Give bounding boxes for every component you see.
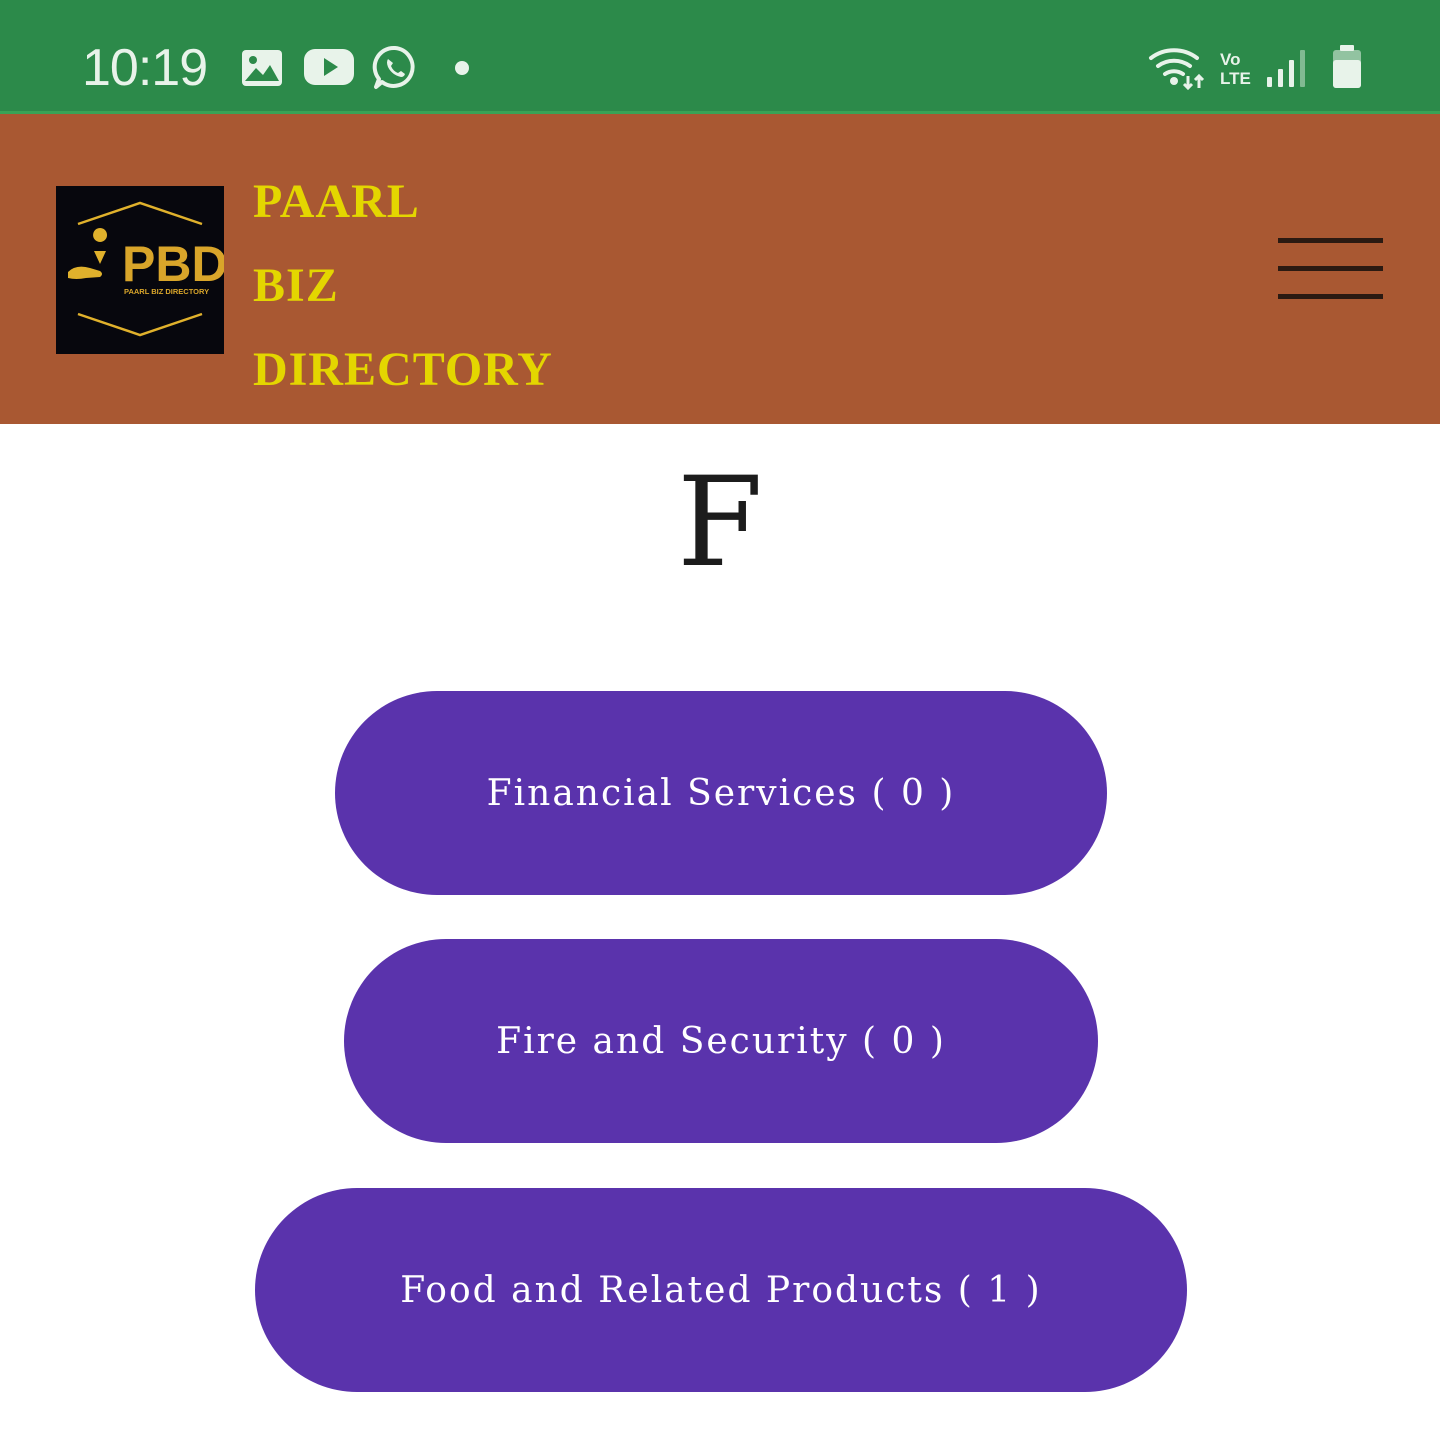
letter-heading: F bbox=[676, 451, 764, 595]
category-button-fire-and-security[interactable]: Fire and Security ( 0 ) bbox=[344, 939, 1098, 1143]
whatsapp-icon bbox=[372, 45, 415, 89]
status-bar: 10:19 Vo LTE bbox=[0, 0, 1440, 114]
hamburger-icon-bar-bottom bbox=[1278, 294, 1383, 299]
logo-subtext: PAARL BIZ DIRECTORY bbox=[124, 287, 209, 296]
gallery-icon bbox=[242, 50, 282, 86]
category-button-food-and-related-products[interactable]: Food and Related Products ( 1 ) bbox=[255, 1188, 1187, 1392]
site-header: PBD PAARL BIZ DIRECTORY PAARL BIZ DIRECT… bbox=[0, 114, 1440, 424]
status-time: 10:19 bbox=[82, 39, 208, 97]
youtube-icon bbox=[304, 49, 354, 85]
category-button-label: Financial Services ( 0 ) bbox=[486, 772, 956, 814]
site-title-line-1: PAARL bbox=[253, 175, 420, 228]
site-logo[interactable]: PBD PAARL BIZ DIRECTORY bbox=[56, 186, 228, 354]
hamburger-icon-bar-middle bbox=[1278, 266, 1383, 271]
wifi-icon bbox=[1149, 48, 1205, 90]
volte-icon: Vo LTE bbox=[1220, 50, 1251, 88]
hamburger-icon-bar-top bbox=[1278, 238, 1383, 243]
logo-text: PBD bbox=[122, 236, 224, 292]
notification-dot-icon bbox=[455, 61, 469, 75]
hamburger-menu-button[interactable] bbox=[1270, 232, 1392, 306]
battery-icon bbox=[1333, 45, 1361, 88]
signal-icon bbox=[1267, 50, 1305, 87]
site-title-line-3: DIRECTORY bbox=[253, 343, 553, 396]
logo-graphic: PBD PAARL BIZ DIRECTORY bbox=[68, 201, 228, 337]
category-button-financial-services[interactable]: Financial Services ( 0 ) bbox=[335, 691, 1107, 895]
category-button-label: Food and Related Products ( 1 ) bbox=[400, 1269, 1042, 1311]
volte-bottom-text: LTE bbox=[1220, 69, 1251, 88]
category-button-label: Fire and Security ( 0 ) bbox=[496, 1020, 946, 1062]
site-title[interactable]: PAARL BIZ DIRECTORY bbox=[253, 160, 553, 412]
site-title-line-2: BIZ bbox=[253, 259, 339, 312]
volte-top-text: Vo bbox=[1220, 50, 1240, 69]
